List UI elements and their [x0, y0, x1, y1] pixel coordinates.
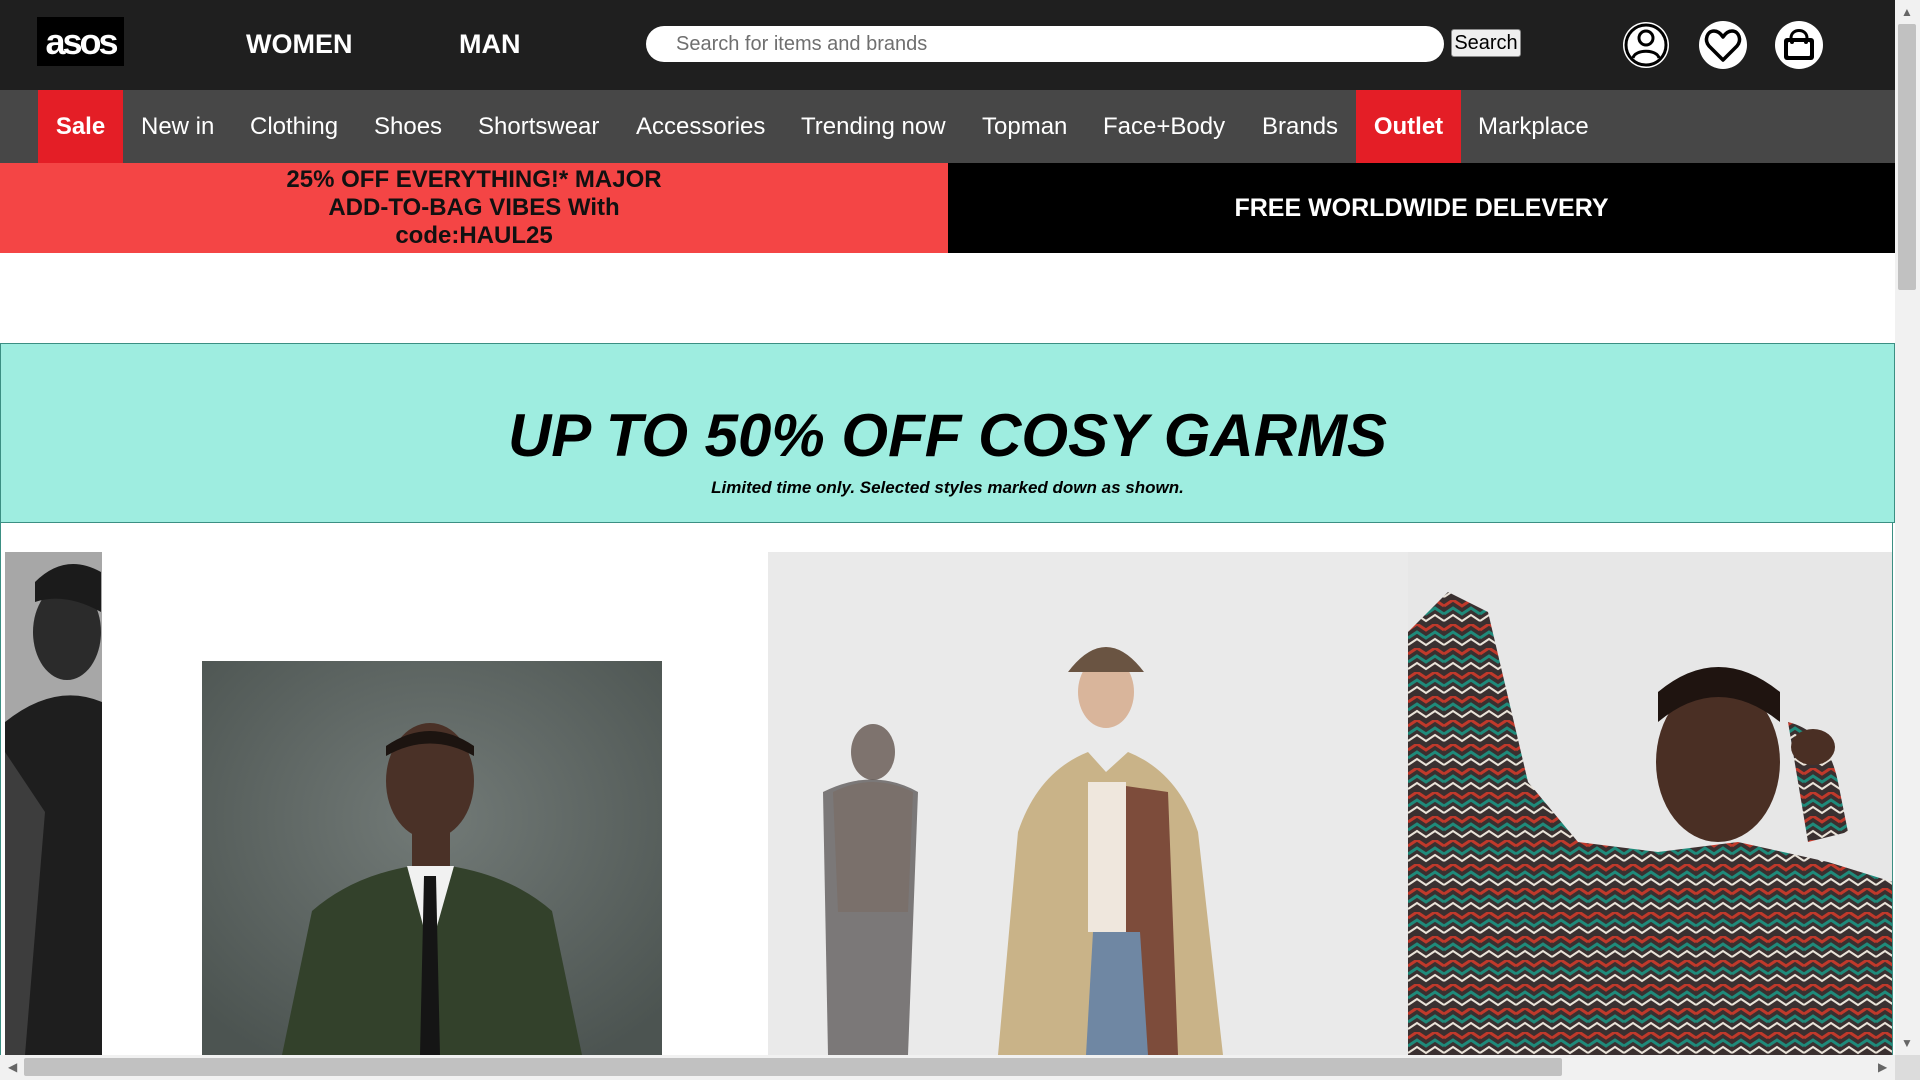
asos-homepage: asos WOMEN MAN Search for items and bran…	[0, 0, 1895, 1055]
nav-markplace[interactable]: Markplace	[1478, 90, 1589, 163]
nav-sale[interactable]: Sale	[38, 90, 123, 163]
scroll-up-arrow-icon[interactable]: ▲	[1901, 6, 1913, 18]
scrollbar-corner	[1895, 1055, 1920, 1080]
tab-women[interactable]: WOMEN	[246, 28, 352, 60]
horizontal-scroll-thumb[interactable]	[24, 1058, 1562, 1076]
sale-banner[interactable]: UP TO 50% OFF COSY GARMS Limited time on…	[0, 343, 1895, 523]
asos-logo[interactable]: asos	[37, 17, 124, 66]
model-green-suit-photo[interactable]	[202, 661, 662, 1055]
promo-line: 25% OFF EVERYTHING!* MAJOR	[286, 166, 662, 193]
nav-face-body[interactable]: Face+Body	[1103, 90, 1225, 163]
nav-clothing[interactable]: Clothing	[250, 90, 338, 163]
tab-man[interactable]: MAN	[459, 28, 521, 60]
nav-accessories[interactable]: Accessories	[636, 90, 765, 163]
nav-brands[interactable]: Brands	[1262, 90, 1338, 163]
nav-new-in[interactable]: New in	[141, 90, 214, 163]
top-header: asos WOMEN MAN Search	[0, 0, 1895, 90]
search-button[interactable]: Search	[1451, 29, 1521, 57]
nav-shortswear[interactable]: Shortswear	[478, 90, 599, 163]
discount-promo[interactable]: 25% OFF EVERYTHING!* MAJOR ADD-TO-BAG VI…	[0, 163, 948, 253]
scroll-down-arrow-icon[interactable]: ▼	[1901, 1037, 1913, 1049]
search-input[interactable]	[646, 26, 1444, 62]
heart-icon[interactable]	[1698, 20, 1748, 70]
category-nav: Sale New in Clothing Shoes Shortswear Ac…	[0, 90, 1895, 163]
nav-topman[interactable]: Topman	[982, 90, 1067, 163]
nav-shoes[interactable]: Shoes	[374, 90, 442, 163]
vertical-scroll-thumb[interactable]	[1898, 24, 1916, 290]
banner-subtitle: Limited time only. Selected styles marke…	[711, 478, 1184, 497]
nav-outlet[interactable]: Outlet	[1356, 90, 1461, 163]
model-patchwork-coat-photo[interactable]	[768, 552, 1408, 1055]
model-knit-sweater-photo[interactable]	[1408, 552, 1892, 1055]
scroll-left-arrow-icon[interactable]: ◀	[8, 1061, 17, 1073]
promo-line: code:HAUL25	[395, 222, 553, 249]
banner-title: UP TO 50% OFF COSY GARMS	[507, 402, 1388, 469]
free-delivery-promo[interactable]: FREE WORLDWIDE DELEVERY	[948, 163, 1895, 253]
product-image-area	[0, 522, 1893, 1055]
model-black-jacket-photo[interactable]	[5, 552, 102, 1055]
account-icon[interactable]	[1621, 20, 1671, 70]
nav-trending-now[interactable]: Trending now	[801, 90, 946, 163]
promo-line: ADD-TO-BAG VIBES With	[328, 194, 620, 221]
shopping-bag-icon[interactable]	[1774, 20, 1824, 70]
scroll-right-arrow-icon[interactable]: ▶	[1878, 1061, 1887, 1073]
